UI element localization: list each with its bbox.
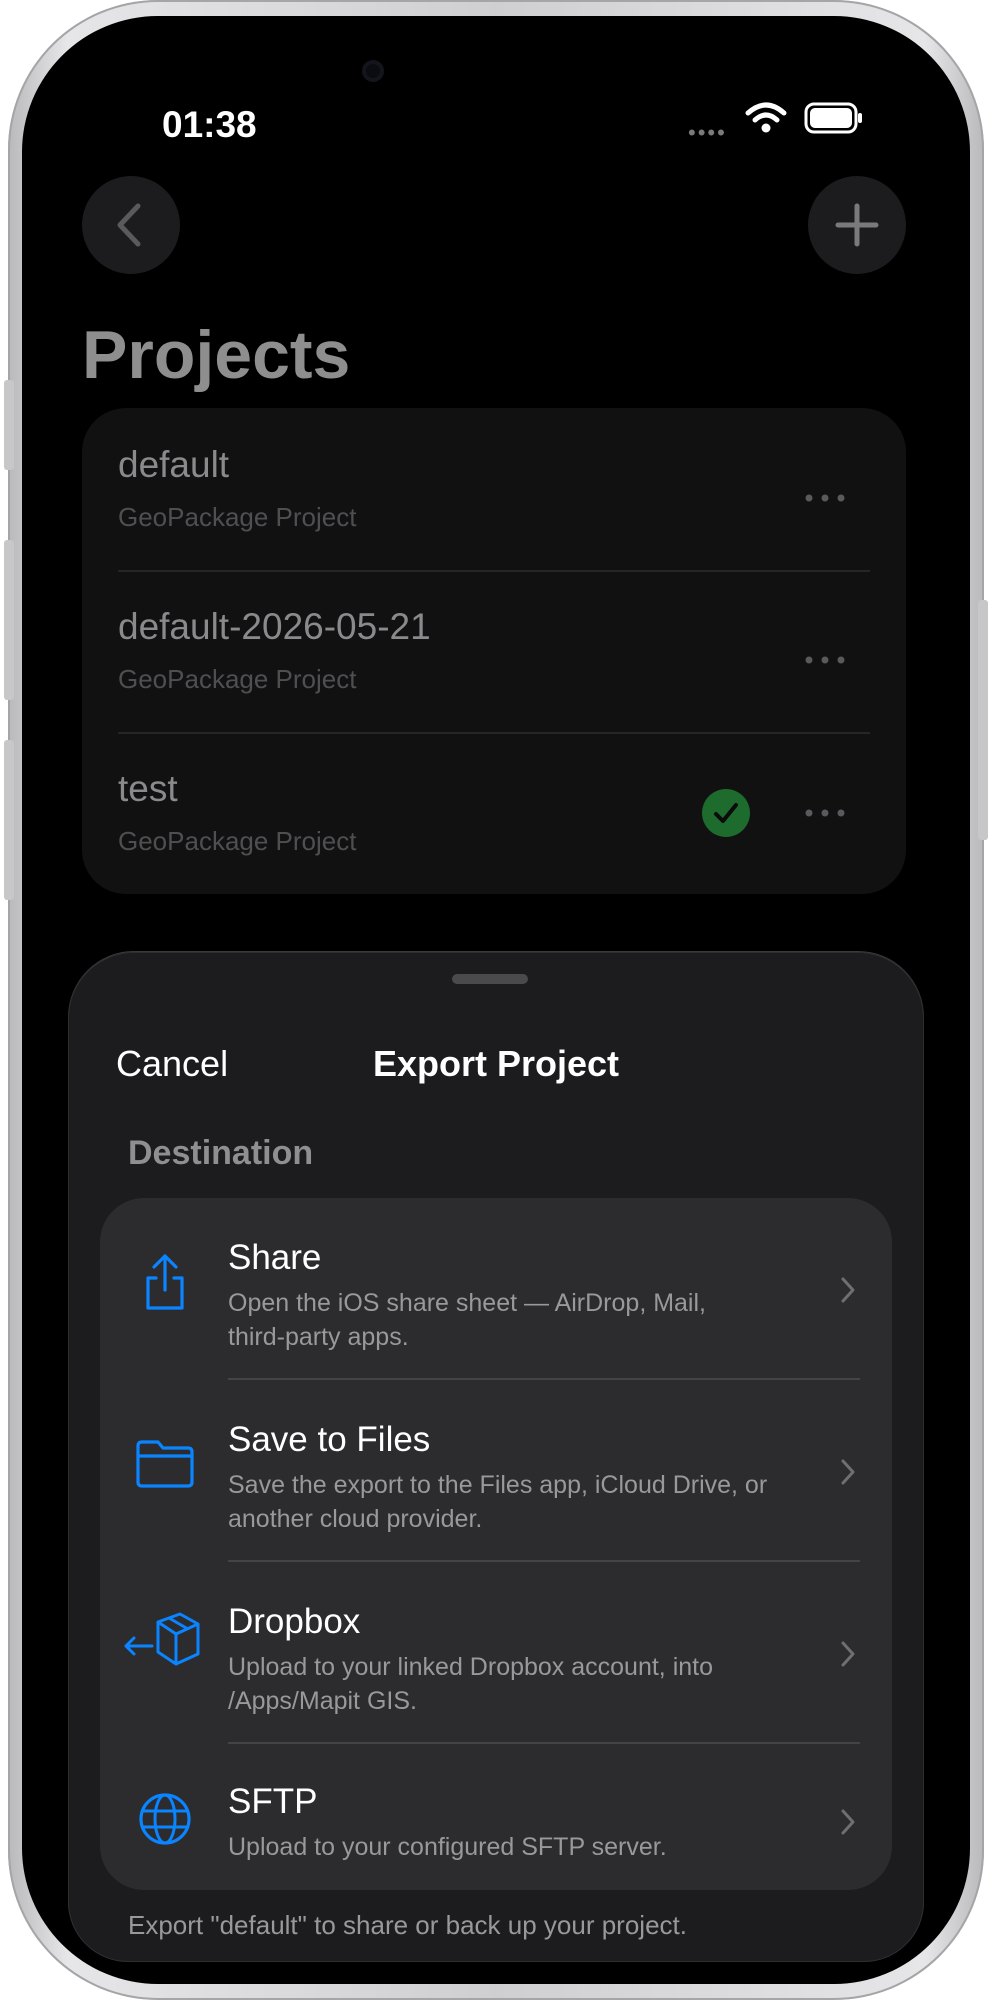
sheet-footer-note: Export "default" to share or back up you…	[128, 1910, 687, 1940]
destination-list: Share Open the iOS share sheet — AirDrop…	[100, 1198, 892, 1890]
destination-title: Share	[228, 1238, 322, 1277]
section-label-destination: Destination	[128, 1134, 314, 1172]
project-row-default-2026-05-21[interactable]: default-2026-05-21 GeoPackage Project	[82, 570, 906, 732]
project-row-test[interactable]: test GeoPackage Project	[82, 732, 906, 894]
chevron-right-icon	[841, 1459, 855, 1485]
destination-save-to-files[interactable]: Save to Files Save the export to the Fil…	[100, 1380, 892, 1560]
project-type: GeoPackage Project	[118, 826, 357, 856]
chevron-right-icon	[841, 1809, 855, 1835]
front-camera	[362, 60, 384, 82]
volume-down-button	[4, 740, 14, 900]
destination-share[interactable]: Share Open the iOS share sheet — AirDrop…	[100, 1198, 892, 1378]
battery-icon	[804, 102, 862, 134]
page-title: Projects	[82, 317, 351, 393]
destination-sftp[interactable]: SFTP Upload to your configured SFTP serv…	[100, 1744, 892, 1890]
chevron-right-icon	[841, 1641, 855, 1667]
destination-dropbox[interactable]: Dropbox Upload to your linked Dropbox ac…	[100, 1562, 892, 1742]
destination-title: Save to Files	[228, 1420, 431, 1459]
cellular-signal-indicator: ••••	[688, 120, 727, 145]
sheet-grabber[interactable]	[452, 974, 528, 984]
globe-icon	[139, 1793, 191, 1845]
destination-description: Upload to your linked Dropbox account, i…	[228, 1653, 714, 1715]
destination-description: Open the iOS share sheet — AirDrop, Mail…	[228, 1289, 706, 1351]
action-button	[4, 380, 14, 470]
status-time: 01:38	[162, 104, 257, 145]
project-name: default-2026-05-21	[118, 606, 431, 647]
more-options-icon[interactable]	[800, 650, 850, 670]
wifi-icon	[745, 102, 787, 133]
project-type: GeoPackage Project	[118, 502, 357, 532]
power-button	[978, 600, 988, 840]
project-name: default	[118, 444, 230, 485]
dropbox-box-icon	[124, 1612, 200, 1666]
plus-icon	[835, 203, 879, 247]
share-icon	[146, 1254, 184, 1310]
sheet-title: Export Project	[372, 1043, 620, 1084]
volume-up-button	[4, 540, 14, 700]
checkmark-icon	[714, 803, 738, 823]
project-name: test	[118, 768, 178, 809]
more-options-icon[interactable]	[800, 488, 850, 508]
project-row-default[interactable]: default GeoPackage Project	[82, 408, 906, 570]
destination-description: Save the export to the Files app, iCloud…	[228, 1471, 768, 1533]
more-options-icon[interactable]	[800, 803, 850, 823]
chevron-left-icon	[117, 203, 141, 247]
destination-title: SFTP	[228, 1782, 318, 1821]
projects-list: default GeoPackage Project default-2026-…	[82, 408, 906, 894]
folder-icon	[136, 1440, 194, 1488]
export-project-sheet: Cancel Export Project Destination Share …	[68, 952, 924, 1962]
destination-description: Upload to your configured SFTP server.	[228, 1833, 667, 1861]
active-project-badge	[702, 789, 750, 837]
chevron-right-icon	[841, 1277, 855, 1303]
screen: 01:38 •••• Projects default GeoPackage P…	[22, 16, 970, 1984]
back-button[interactable]	[82, 176, 180, 274]
destination-title: Dropbox	[228, 1602, 361, 1641]
project-type: GeoPackage Project	[118, 664, 357, 694]
add-project-button[interactable]	[808, 176, 906, 274]
